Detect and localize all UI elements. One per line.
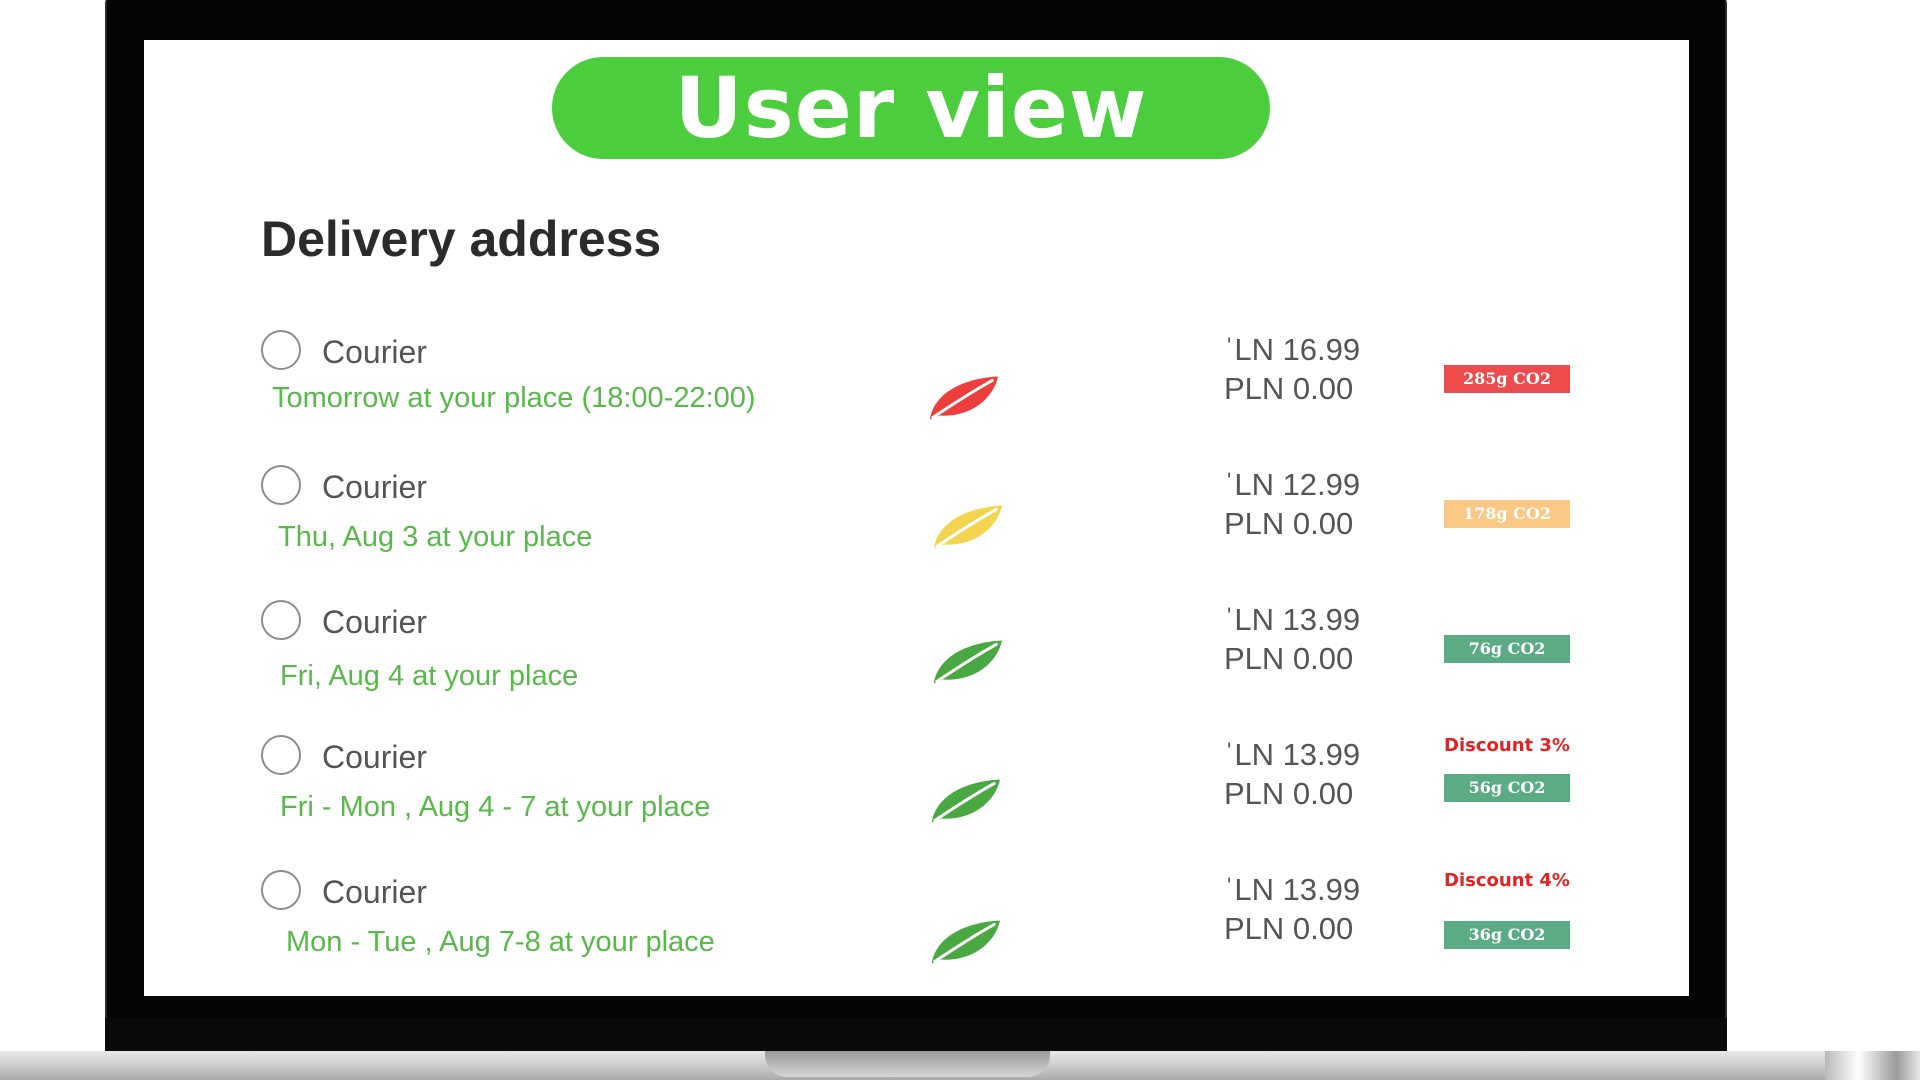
leaf-icon	[933, 505, 1003, 549]
laptop-mockup: User view Delivery address Courier Tomor…	[0, 0, 1920, 1080]
laptop-bottom-bezel	[105, 1018, 1727, 1052]
leaf-icon	[931, 779, 1001, 823]
delivery-option[interactable]: Courier Thu, Aug 3 at your place ˈLN 12.…	[144, 465, 1689, 600]
price-original: ˈLN 13.99	[1224, 737, 1361, 772]
price-original: ˈLN 13.99	[1224, 602, 1361, 637]
price-final: PLN 0.00	[1224, 506, 1354, 541]
price-final: PLN 0.00	[1224, 911, 1354, 946]
price-original: ˈLN 12.99	[1224, 467, 1361, 502]
delivery-option[interactable]: Courier Fri, Aug 4 at your place ˈLN 13.…	[144, 600, 1689, 735]
delivery-option-radio[interactable]	[261, 330, 301, 370]
delivery-method: Courier	[322, 334, 427, 370]
co2-badge: 285g CO2	[1444, 365, 1570, 393]
delivery-time: Thu, Aug 3 at your place	[278, 521, 593, 553]
co2-badge: 56g CO2	[1444, 774, 1570, 802]
delivery-option[interactable]: Courier Mon - Tue , Aug 7-8 at your plac…	[144, 870, 1689, 996]
delivery-method: Courier	[322, 469, 427, 505]
price-block: ˈLN 13.99 PLN 0.00	[1224, 870, 1360, 948]
price-final: PLN 0.00	[1224, 371, 1354, 406]
user-view-banner: User view	[552, 57, 1270, 159]
price-final: PLN 0.00	[1224, 641, 1354, 676]
price-original: ˈLN 16.99	[1224, 332, 1361, 367]
delivery-method: Courier	[322, 739, 427, 775]
delivery-option-radio[interactable]	[261, 870, 301, 910]
laptop-notch	[765, 1051, 1050, 1077]
co2-badge: 36g CO2	[1444, 921, 1570, 949]
delivery-option-radio[interactable]	[261, 465, 301, 505]
delivery-method: Courier	[322, 874, 427, 910]
price-block: ˈLN 12.99 PLN 0.00	[1224, 465, 1360, 543]
price-final: PLN 0.00	[1224, 776, 1354, 811]
delivery-option[interactable]: Courier Fri - Mon , Aug 4 - 7 at your pl…	[144, 735, 1689, 870]
price-original: ˈLN 13.99	[1224, 872, 1361, 907]
delivery-options-list: Courier Tomorrow at your place (18:00-22…	[144, 330, 1689, 996]
page-title: Delivery address	[261, 211, 662, 267]
discount-label: Discount 3%	[1444, 735, 1570, 756]
laptop-screen: User view Delivery address Courier Tomor…	[144, 40, 1689, 996]
price-block: ˈLN 13.99 PLN 0.00	[1224, 600, 1360, 678]
leaf-icon	[929, 376, 999, 420]
delivery-time: Fri - Mon , Aug 4 - 7 at your place	[280, 791, 711, 823]
co2-badge: 178g CO2	[1444, 500, 1570, 528]
delivery-time: Tomorrow at your place (18:00-22:00)	[272, 382, 756, 414]
laptop-base-edge	[1825, 1051, 1920, 1080]
price-block: ˈLN 16.99 PLN 0.00	[1224, 330, 1360, 408]
delivery-option[interactable]: Courier Tomorrow at your place (18:00-22…	[144, 330, 1689, 465]
co2-badge: 76g CO2	[1444, 635, 1570, 663]
leaf-icon	[931, 920, 1001, 964]
delivery-option-radio[interactable]	[261, 600, 301, 640]
price-block: ˈLN 13.99 PLN 0.00	[1224, 735, 1360, 813]
delivery-time: Fri, Aug 4 at your place	[280, 660, 579, 692]
discount-label: Discount 4%	[1444, 870, 1570, 891]
leaf-icon	[933, 640, 1003, 684]
delivery-method: Courier	[322, 604, 427, 640]
delivery-option-radio[interactable]	[261, 735, 301, 775]
delivery-time: Mon - Tue , Aug 7-8 at your place	[286, 926, 715, 958]
